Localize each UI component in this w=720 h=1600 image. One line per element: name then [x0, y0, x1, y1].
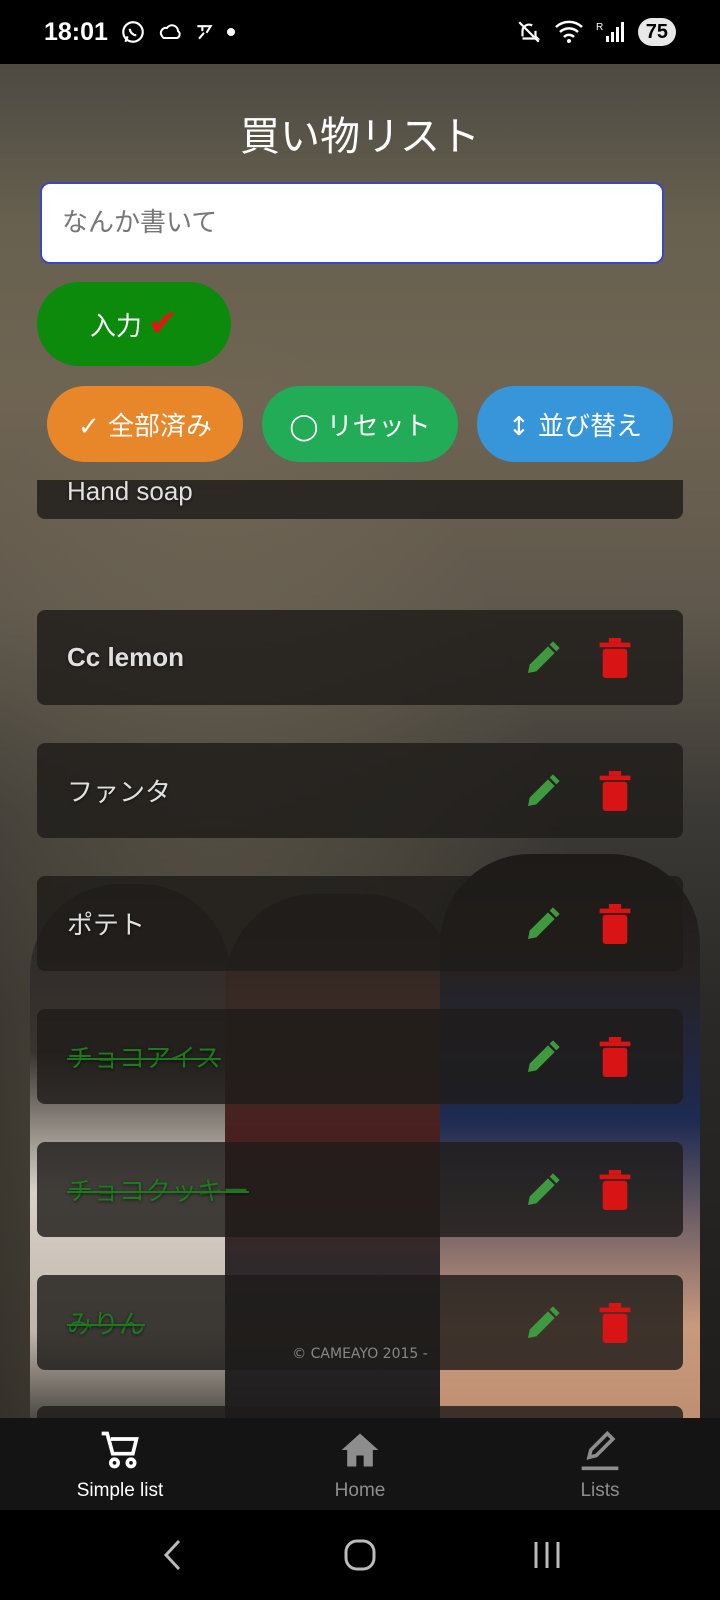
trash-icon[interactable] [599, 903, 631, 944]
dot-icon [226, 28, 235, 36]
battery-indicator: 75 [637, 18, 676, 46]
list-item-label: みりん [67, 1310, 146, 1340]
mute-icon [518, 21, 541, 43]
edit-icon[interactable] [523, 638, 563, 678]
system-nav [0, 1510, 720, 1600]
sort-button[interactable]: ↕ 並び替え [477, 386, 673, 462]
list-item-label: Cc lemon [67, 642, 185, 672]
nav-lists[interactable]: Lists [480, 1418, 720, 1510]
nav-home[interactable]: Home [240, 1418, 480, 1510]
list-item-label: チョコアイス [67, 1044, 221, 1074]
status-right: R 75 [516, 0, 676, 64]
list-item[interactable]: Cc lemon [37, 610, 683, 705]
edit-icon[interactable] [523, 1303, 563, 1343]
complete-all-label: ✓ 全部済み [77, 411, 213, 442]
sort-label: ↕ 並び替え [507, 411, 643, 442]
reset-label: ◯ リセット [289, 411, 431, 442]
nav-lists-label: Lists [580, 1480, 620, 1501]
trash-icon[interactable] [599, 770, 631, 811]
pencil-icon [581, 1430, 619, 1471]
list-item-label: Hand soap [67, 480, 193, 506]
back-button[interactable] [153, 1535, 193, 1575]
nav-home-label: Home [334, 1480, 386, 1501]
list-item[interactable]: ファンタ [37, 743, 683, 838]
action-row: ✓ 全部済み ◯ リセット ↕ 並び替え [0, 386, 720, 462]
back-icon [164, 1539, 181, 1571]
app-screen: 買い物リスト 入力 ✔ ✓ 全部済み ◯ リセット ↕ 並び替え Hand so… [0, 64, 720, 1418]
shopping-list[interactable]: Hand soap Cc lemon ファンタ ポテト チョコアイス チョコクッ… [0, 480, 720, 1418]
signal-icon: R [596, 22, 624, 42]
trash-icon[interactable] [599, 637, 631, 678]
list-item[interactable]: チョコアイス [37, 1009, 683, 1104]
trash-icon[interactable] [599, 1036, 631, 1077]
status-time: 18:01 [44, 17, 108, 46]
edit-icon[interactable] [523, 771, 563, 811]
cloud-icon [159, 24, 181, 39]
enter-button[interactable]: 入力 ✔ [37, 282, 231, 366]
list-item-label: チョコクッキー [67, 1177, 250, 1207]
nav-simple-list-label: Simple list [76, 1480, 164, 1501]
notification-icons [120, 19, 236, 45]
copyright-text: © CAMEAYO 2015 - [292, 1346, 428, 1362]
complete-all-button[interactable]: ✓ 全部済み [47, 386, 243, 462]
cart-icon [101, 1431, 139, 1469]
bottom-nav: Simple list Home Lists [0, 1418, 720, 1510]
enter-button-label: 入力 [89, 311, 142, 342]
status-bar: 18:01 R 75 [0, 0, 720, 64]
checkmark-icon: ✔ [147, 303, 179, 344]
svg-text:R: R [596, 22, 603, 33]
circle-home-icon [344, 1539, 376, 1571]
nav-simple-list[interactable]: Simple list [0, 1418, 240, 1510]
page-title: 買い物リスト [240, 114, 480, 160]
home-icon [341, 1433, 379, 1467]
edit-icon[interactable] [523, 904, 563, 944]
recents-button[interactable] [527, 1535, 567, 1575]
recents-icon [534, 1542, 560, 1568]
trash-icon[interactable] [599, 1169, 631, 1210]
wifi-icon [554, 20, 583, 43]
edit-icon[interactable] [523, 1170, 563, 1210]
katakana-app-icon [197, 25, 213, 40]
list-item-label: ファンタ [67, 778, 172, 808]
list-item[interactable]: Hand soap [37, 480, 683, 519]
list-item-label: ポテト [67, 911, 146, 941]
list-item[interactable]: ポテト [37, 876, 683, 971]
item-input[interactable] [40, 182, 664, 264]
edit-icon[interactable] [523, 1037, 563, 1077]
reset-button[interactable]: ◯ リセット [262, 386, 458, 462]
list-item-partial[interactable] [37, 1406, 683, 1418]
whatsapp-icon [122, 21, 144, 43]
list-item[interactable]: チョコクッキー [37, 1142, 683, 1237]
home-system-button[interactable] [340, 1535, 380, 1575]
trash-icon[interactable] [599, 1302, 631, 1343]
